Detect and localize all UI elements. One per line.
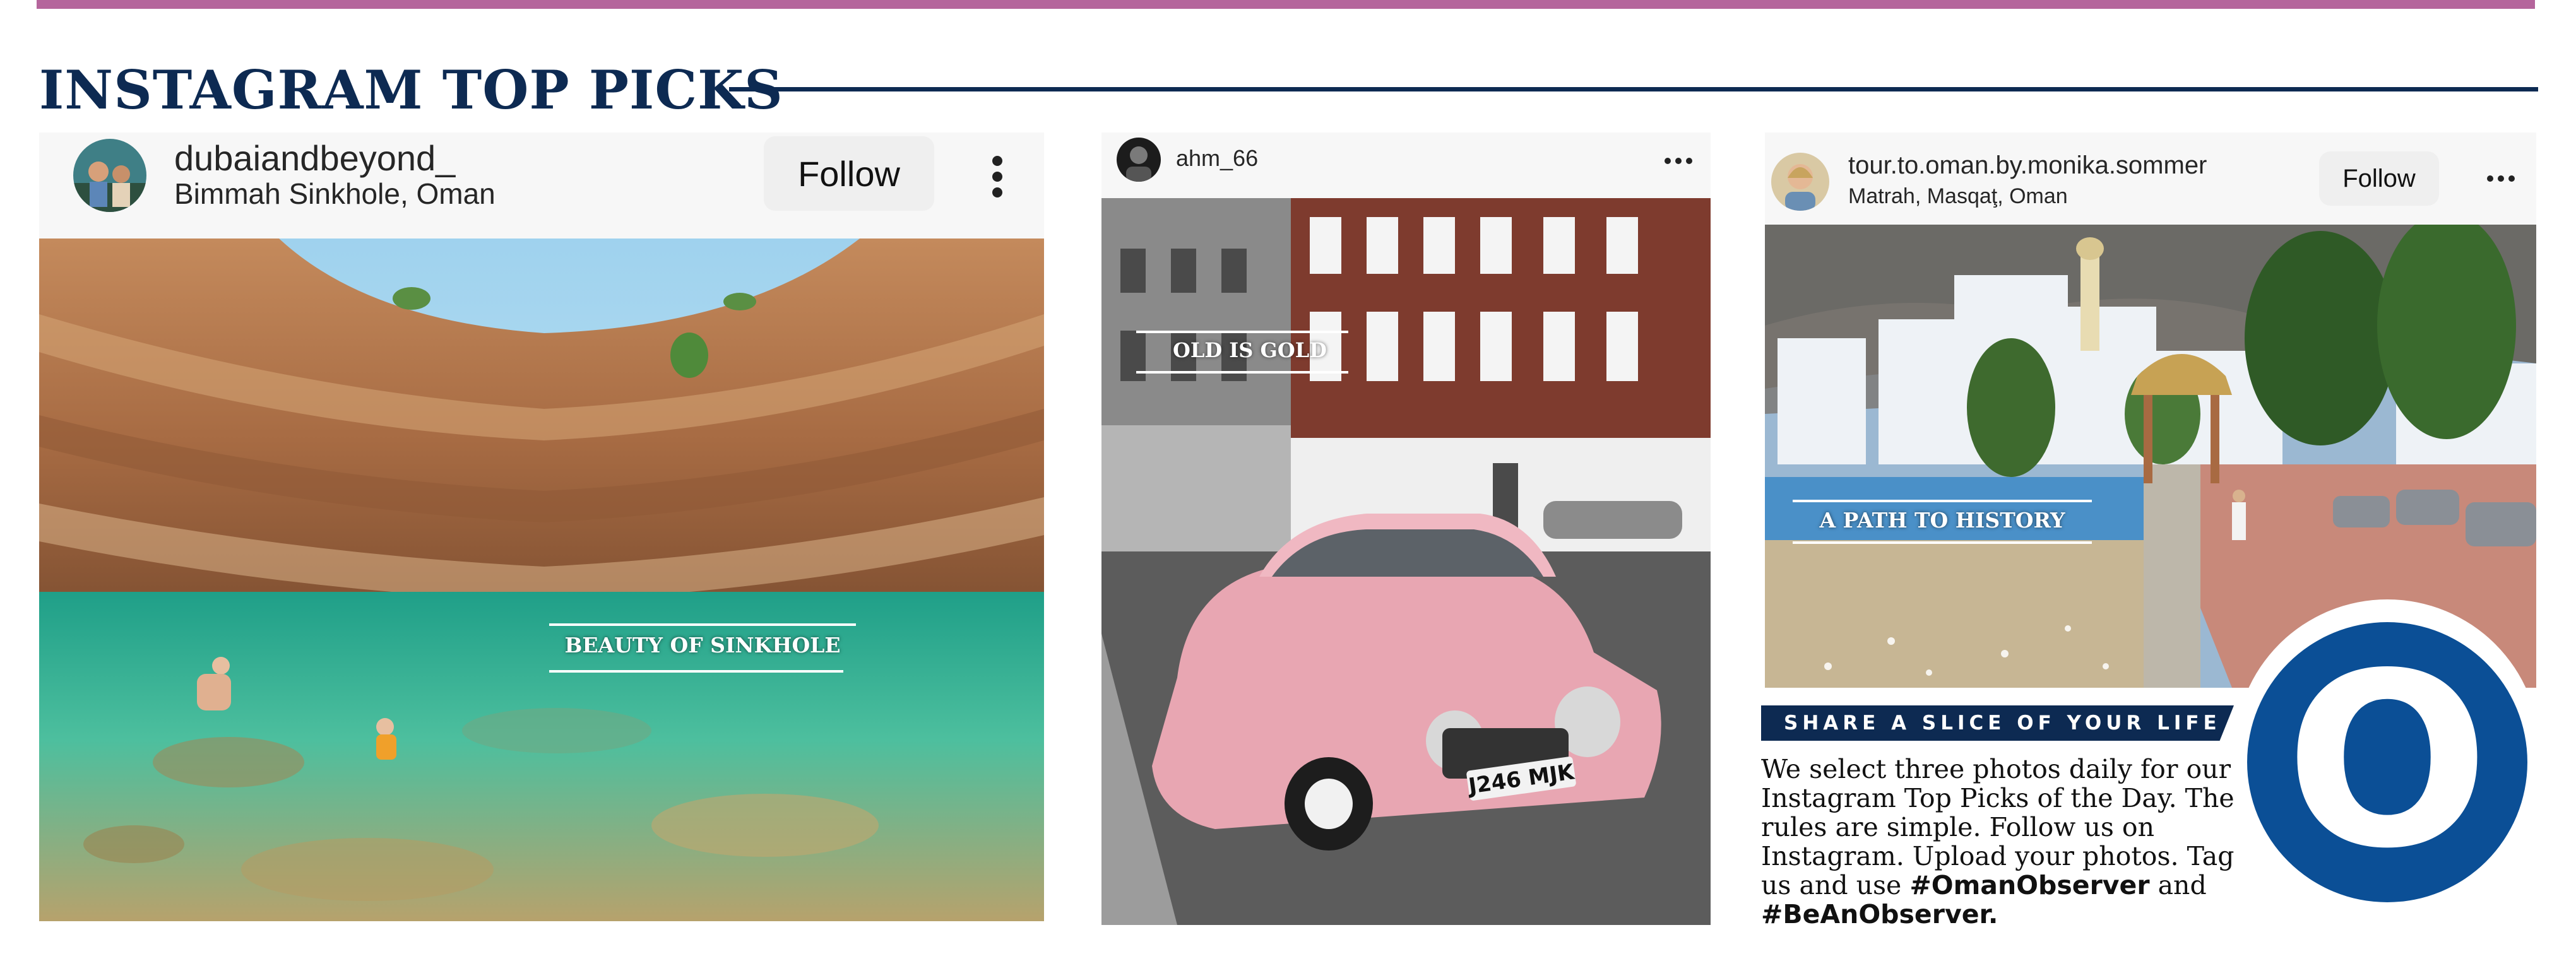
post-2-header: ahm_66 bbox=[1101, 133, 1711, 198]
promo-body: We select three photos daily for our Ins… bbox=[1761, 755, 2266, 929]
post-2-caption-rule-top bbox=[1136, 331, 1348, 333]
post-2-avatar[interactable] bbox=[1117, 138, 1161, 182]
post-2-caption: OLD IS GOLD bbox=[1173, 338, 1327, 362]
post-3-username[interactable]: tour.to.oman.by.monika.sommer bbox=[1848, 151, 2207, 180]
post-1-username[interactable]: dubaiandbeyond_ bbox=[174, 138, 455, 179]
hashtag-oman-observer: #OmanObserver bbox=[1909, 870, 2150, 900]
post-3-location[interactable]: Matrah, Masqaţ, Oman bbox=[1848, 184, 2068, 209]
post-2-caption-rule-bottom bbox=[1136, 371, 1348, 374]
post-3-caption: A PATH TO HISTORY bbox=[1819, 508, 2065, 533]
post-1-follow-button[interactable]: Follow bbox=[764, 136, 934, 211]
hashtag-be-an-observer: #BeAnObserver. bbox=[1761, 899, 1998, 929]
section-title: INSTAGRAM TOP PICKS bbox=[39, 59, 783, 121]
post-3-avatar[interactable] bbox=[1771, 153, 1829, 211]
post-1-caption-rule-bottom bbox=[549, 670, 843, 673]
post-3-header: tour.to.oman.by.monika.sommer Matrah, Ma… bbox=[1765, 133, 2536, 225]
post-1-caption-rule-top bbox=[549, 623, 856, 626]
post-1-avatar[interactable] bbox=[73, 139, 146, 212]
promo-connector: and bbox=[2158, 870, 2207, 900]
post-2-username[interactable]: ahm_66 bbox=[1176, 145, 1258, 172]
share-heading: SHARE A SLICE OF YOUR LIFE bbox=[1784, 712, 2221, 734]
post-3-caption-rule-top bbox=[1793, 500, 2092, 502]
post-3-follow-button[interactable]: Follow bbox=[2319, 151, 2439, 206]
top-color-bar bbox=[37, 0, 2535, 9]
logo-letter: O bbox=[2285, 621, 2489, 901]
more-vertical-icon[interactable] bbox=[978, 145, 1016, 208]
post-1-photo bbox=[39, 239, 1044, 921]
observer-logo: O bbox=[2235, 599, 2540, 905]
post-1-location[interactable]: Bimmah Sinkhole, Oman bbox=[174, 177, 496, 211]
more-horizontal-icon[interactable] bbox=[1659, 145, 1697, 177]
post-1-header: dubaiandbeyond_ Bimmah Sinkhole, Oman Fo… bbox=[39, 133, 1044, 239]
post-3-caption-rule-bottom bbox=[1793, 541, 2092, 544]
post-2-photo: J246 MJK bbox=[1101, 198, 1711, 925]
post-1-caption: BEAUTY OF SINKHOLE bbox=[564, 633, 841, 657]
more-horizontal-icon[interactable] bbox=[2482, 163, 2520, 194]
title-rule bbox=[729, 87, 2538, 91]
